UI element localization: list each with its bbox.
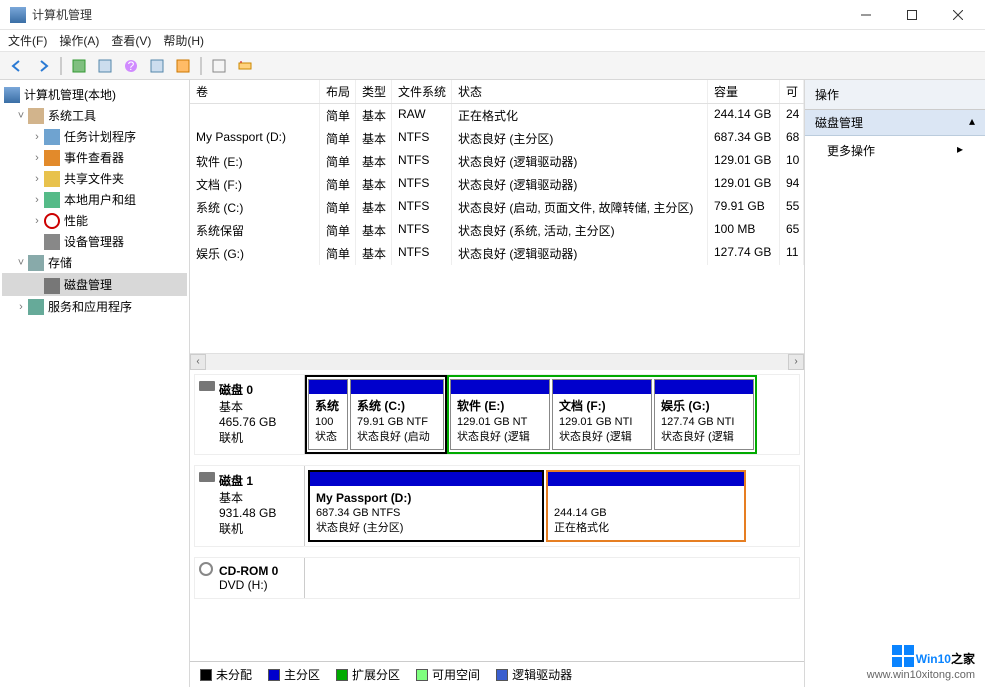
disk-info[interactable]: 磁盘 1基本931.48 GB联机 — [195, 466, 305, 547]
tree-disk-management[interactable]: 磁盘管理 — [2, 273, 187, 296]
partition[interactable]: My Passport (D:)687.34 GB NTFS状态良好 (主分区) — [308, 470, 544, 543]
maximize-button[interactable] — [889, 0, 935, 30]
menu-help[interactable]: 帮助(H) — [163, 32, 204, 49]
scroll-left-icon[interactable]: ‹ — [190, 354, 206, 370]
tree-storage[interactable]: ˅存储 — [2, 252, 187, 273]
refresh-button[interactable] — [208, 55, 230, 77]
legend-primary: 主分区 — [268, 666, 320, 683]
volume-header-row: 卷 布局 类型 文件系统 状态 容量 可 — [190, 80, 804, 104]
chevron-right-icon: ▸ — [957, 142, 963, 159]
back-button[interactable] — [6, 55, 28, 77]
cdrom-row[interactable]: CD-ROM 0DVD (H:) — [194, 557, 800, 599]
tree-system-tools[interactable]: ˅系统工具 — [2, 105, 187, 126]
menu-file[interactable]: 文件(F) — [8, 32, 47, 49]
toolbar-button-5[interactable] — [172, 55, 194, 77]
actions-header: 操作 — [805, 80, 985, 110]
partition[interactable]: 系统100状态 — [308, 379, 348, 450]
toolbar: ? — [0, 52, 985, 80]
legend-extended: 扩展分区 — [336, 666, 400, 683]
legend-unallocated: 未分配 — [200, 666, 252, 683]
actions-section[interactable]: 磁盘管理▴ — [805, 110, 985, 136]
disk-icon — [199, 472, 215, 482]
minimize-button[interactable] — [843, 0, 889, 30]
help-button[interactable]: ? — [120, 55, 142, 77]
actions-more[interactable]: 更多操作▸ — [805, 136, 985, 165]
tree-event-viewer[interactable]: ›事件查看器 — [2, 147, 187, 168]
partition[interactable]: 软件 (E:)129.01 GB NT状态良好 (逻辑 — [450, 379, 550, 450]
tree-root[interactable]: 计算机管理(本地) — [2, 84, 187, 105]
collapse-icon[interactable]: ▴ — [969, 114, 975, 131]
legend-free: 可用空间 — [416, 666, 480, 683]
close-button[interactable] — [935, 0, 981, 30]
legend: 未分配 主分区 扩展分区 可用空间 逻辑驱动器 — [190, 661, 804, 687]
center-pane: 卷 布局 类型 文件系统 状态 容量 可 简单基本RAW 正在格式化244.14… — [190, 80, 805, 687]
navigation-tree[interactable]: 计算机管理(本地) ˅系统工具 ›任务计划程序 ›事件查看器 ›共享文件夹 ›本… — [0, 80, 190, 687]
tree-services[interactable]: ›服务和应用程序 — [2, 296, 187, 317]
table-row[interactable]: 简单基本RAW 正在格式化244.14 GB24 — [190, 104, 804, 127]
disk-info[interactable]: 磁盘 0基本465.76 GB联机 — [195, 375, 305, 454]
show-hide-tree-button[interactable] — [68, 55, 90, 77]
col-type[interactable]: 类型 — [356, 80, 392, 103]
view-button-2[interactable] — [146, 55, 168, 77]
tree-local-users[interactable]: ›本地用户和组 — [2, 189, 187, 210]
forward-button[interactable] — [32, 55, 54, 77]
partition[interactable]: 娱乐 (G:)127.74 GB NTI状态良好 (逻辑 — [654, 379, 754, 450]
actions-pane: 操作 磁盘管理▴ 更多操作▸ — [805, 80, 985, 687]
scroll-right-icon[interactable]: › — [788, 354, 804, 370]
tree-task-scheduler[interactable]: ›任务计划程序 — [2, 126, 187, 147]
watermark: Win10之家 www.win10xitong.com — [867, 641, 975, 681]
table-row[interactable]: 软件 (E:) 简单基本NTFS 状态良好 (逻辑驱动器)129.01 GB10 — [190, 150, 804, 173]
col-filesystem[interactable]: 文件系统 — [392, 80, 452, 103]
partition[interactable]: 文档 (F:)129.01 GB NTI状态良好 (逻辑 — [552, 379, 652, 450]
toolbar-separator — [200, 57, 202, 75]
window-title: 计算机管理 — [32, 6, 843, 23]
svg-text:?: ? — [128, 59, 135, 73]
partition[interactable]: 244.14 GB正在格式化 — [546, 470, 746, 543]
view-button-1[interactable] — [94, 55, 116, 77]
col-status[interactable]: 状态 — [452, 80, 708, 103]
tree-performance[interactable]: ›性能 — [2, 210, 187, 231]
table-row[interactable]: My Passport (D:) 简单基本NTFS 状态良好 (主分区)687.… — [190, 127, 804, 150]
table-row[interactable]: 娱乐 (G:) 简单基本NTFS 状态良好 (逻辑驱动器)127.74 GB11 — [190, 242, 804, 265]
table-row[interactable]: 文档 (F:) 简单基本NTFS 状态良好 (逻辑驱动器)129.01 GB94 — [190, 173, 804, 196]
disk-row: 磁盘 1基本931.48 GB联机My Passport (D:)687.34 … — [194, 465, 800, 548]
legend-logical: 逻辑驱动器 — [496, 666, 572, 683]
volume-list: 卷 布局 类型 文件系统 状态 容量 可 简单基本RAW 正在格式化244.14… — [190, 80, 804, 370]
disk-row: 磁盘 0基本465.76 GB联机系统100状态系统 (C:)79.91 GB … — [194, 374, 800, 455]
disk-icon — [199, 381, 215, 391]
settings-button[interactable] — [234, 55, 256, 77]
partition[interactable]: 系统 (C:)79.91 GB NTF状态良好 (启动 — [350, 379, 444, 450]
table-row[interactable]: 系统保留 简单基本NTFS 状态良好 (系统, 活动, 主分区)100 MB65 — [190, 219, 804, 242]
menu-view[interactable]: 查看(V) — [111, 32, 151, 49]
tree-shared-folders[interactable]: ›共享文件夹 — [2, 168, 187, 189]
table-row[interactable]: 系统 (C:) 简单基本NTFS 状态良好 (启动, 页面文件, 故障转储, 主… — [190, 196, 804, 219]
col-layout[interactable]: 布局 — [320, 80, 356, 103]
app-icon — [10, 7, 26, 23]
col-capacity[interactable]: 容量 — [708, 80, 780, 103]
cdrom-icon — [199, 562, 213, 576]
col-volume[interactable]: 卷 — [190, 80, 320, 103]
windows-logo-icon — [892, 645, 914, 667]
menu-action[interactable]: 操作(A) — [59, 32, 99, 49]
main-content: 计算机管理(本地) ˅系统工具 ›任务计划程序 ›事件查看器 ›共享文件夹 ›本… — [0, 80, 985, 687]
disk-graphical-view: 磁盘 0基本465.76 GB联机系统100状态系统 (C:)79.91 GB … — [190, 370, 804, 661]
tree-device-manager[interactable]: 设备管理器 — [2, 231, 187, 252]
col-free[interactable]: 可 — [780, 80, 804, 103]
title-bar: 计算机管理 — [0, 0, 985, 30]
volume-rows: 简单基本RAW 正在格式化244.14 GB24 My Passport (D:… — [190, 104, 804, 353]
menu-bar: 文件(F) 操作(A) 查看(V) 帮助(H) — [0, 30, 985, 52]
toolbar-separator — [60, 57, 62, 75]
horizontal-scrollbar[interactable]: ‹ › — [190, 353, 804, 369]
